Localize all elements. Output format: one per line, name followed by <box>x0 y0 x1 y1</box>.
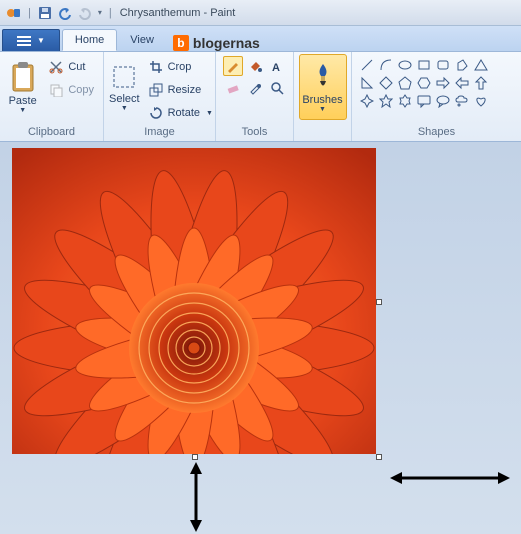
paste-button[interactable]: Paste ▼ <box>4 54 41 120</box>
tools-group-label: Tools <box>220 124 289 141</box>
copy-icon <box>48 82 64 98</box>
brushes-group-label <box>298 125 347 141</box>
scissors-icon <box>48 59 64 75</box>
tab-home[interactable]: Home <box>62 29 117 51</box>
select-label: Select <box>109 93 140 105</box>
vertical-arrow-annotation <box>186 462 206 532</box>
select-button[interactable]: Select ▼ <box>108 54 141 120</box>
window-title: Chrysanthemum - Paint <box>120 7 236 19</box>
crop-button[interactable]: Crop <box>143 56 218 78</box>
shape-rounded-rect[interactable] <box>434 56 452 73</box>
cut-label: Cut <box>68 61 85 73</box>
resize-button[interactable]: Resize <box>143 79 218 101</box>
resize-handle-corner[interactable] <box>376 454 382 460</box>
fill-tool[interactable] <box>245 56 265 76</box>
group-brushes: Brushes ▼ <box>294 52 352 141</box>
shapes-gallery[interactable] <box>356 54 492 111</box>
dropdown-arrow-icon: ▼ <box>37 36 45 45</box>
group-clipboard: Paste ▼ Cut Copy Clipboard <box>0 52 104 141</box>
shape-right-triangle[interactable] <box>358 74 376 91</box>
crop-icon <box>148 59 164 75</box>
shape-callout-oval[interactable] <box>434 92 452 109</box>
select-icon <box>110 63 138 91</box>
blogernas-text: blogernas <box>193 35 260 51</box>
shape-star4[interactable] <box>358 92 376 109</box>
shape-line[interactable] <box>358 56 376 73</box>
canvas-image[interactable] <box>12 148 376 454</box>
resize-icon <box>148 82 164 98</box>
undo-icon[interactable] <box>57 5 73 21</box>
shape-rectangle[interactable] <box>415 56 433 73</box>
shape-triangle[interactable] <box>472 56 490 73</box>
magnifier-tool[interactable] <box>267 78 287 98</box>
shape-heart[interactable] <box>472 92 490 109</box>
canvas-area[interactable] <box>0 142 521 534</box>
shape-star5[interactable] <box>377 92 395 109</box>
shape-oval[interactable] <box>396 56 414 73</box>
brushes-button[interactable]: Brushes ▼ <box>299 54 347 120</box>
rotate-button[interactable]: Rotate ▼ <box>143 102 218 124</box>
shape-pentagon[interactable] <box>396 74 414 91</box>
dropdown-arrow-icon: ▼ <box>121 105 128 112</box>
app-icon <box>6 5 22 21</box>
ribbon: Paste ▼ Cut Copy Clipboard Select ▼ <box>0 52 521 142</box>
group-tools: A Tools <box>216 52 294 141</box>
resize-handle-right[interactable] <box>376 299 382 305</box>
file-menu-button[interactable]: ▼ <box>2 29 60 51</box>
blogernas-badge-icon: b <box>173 35 189 51</box>
dropdown-arrow-icon: ▼ <box>19 107 26 114</box>
horizontal-arrow-annotation <box>390 468 510 488</box>
rotate-label: Rotate <box>168 107 200 119</box>
dropdown-arrow-icon: ▼ <box>206 110 213 117</box>
group-shapes: Shapes <box>352 52 521 141</box>
qat-customize-dropdown[interactable]: ▾ <box>98 8 102 17</box>
file-menu-icon <box>17 36 31 46</box>
shape-callout-rect[interactable] <box>415 92 433 109</box>
resize-label: Resize <box>168 84 202 96</box>
title-bar: | ▾ | Chrysanthemum - Paint <box>0 0 521 26</box>
clipboard-group-label: Clipboard <box>4 124 99 141</box>
dropdown-arrow-icon: ▼ <box>319 106 326 113</box>
qat-separator-2: | <box>109 7 112 19</box>
shape-curve[interactable] <box>377 56 395 73</box>
qat-separator: | <box>28 7 31 19</box>
shape-arrow-up[interactable] <box>472 74 490 91</box>
tab-home-label: Home <box>75 34 104 46</box>
redo-icon[interactable] <box>77 5 93 21</box>
blogernas-brand: b blogernas <box>173 35 260 51</box>
cut-button[interactable]: Cut <box>43 56 99 78</box>
color-picker-tool[interactable] <box>245 78 265 98</box>
copy-button: Copy <box>43 79 99 101</box>
eraser-tool[interactable] <box>223 78 243 98</box>
paste-label: Paste <box>9 95 37 107</box>
save-icon[interactable] <box>37 5 53 21</box>
group-image: Select ▼ Crop Resize Rotate ▼ Image <box>104 52 216 141</box>
svg-text:A: A <box>272 62 280 73</box>
image-group-label: Image <box>108 124 211 141</box>
shape-star6[interactable] <box>396 92 414 109</box>
shape-hexagon[interactable] <box>415 74 433 91</box>
text-tool[interactable]: A <box>267 56 287 76</box>
pencil-tool[interactable] <box>223 56 243 76</box>
shape-arrow-left[interactable] <box>453 74 471 91</box>
shape-polygon[interactable] <box>453 56 471 73</box>
copy-label: Copy <box>68 84 94 96</box>
shape-arrow-right[interactable] <box>434 74 452 91</box>
clipboard-icon <box>10 61 36 93</box>
tab-view-label: View <box>130 34 154 46</box>
crop-label: Crop <box>168 61 192 73</box>
shape-diamond[interactable] <box>377 74 395 91</box>
brush-icon <box>310 62 336 92</box>
shape-callout-cloud[interactable] <box>453 92 471 109</box>
resize-handle-bottom[interactable] <box>192 454 198 460</box>
rotate-icon <box>148 105 164 121</box>
shapes-group-label: Shapes <box>356 124 517 141</box>
tab-strip: ▼ Home View b blogernas <box>0 26 521 52</box>
tab-view[interactable]: View <box>117 29 167 51</box>
brushes-label: Brushes <box>302 94 342 106</box>
